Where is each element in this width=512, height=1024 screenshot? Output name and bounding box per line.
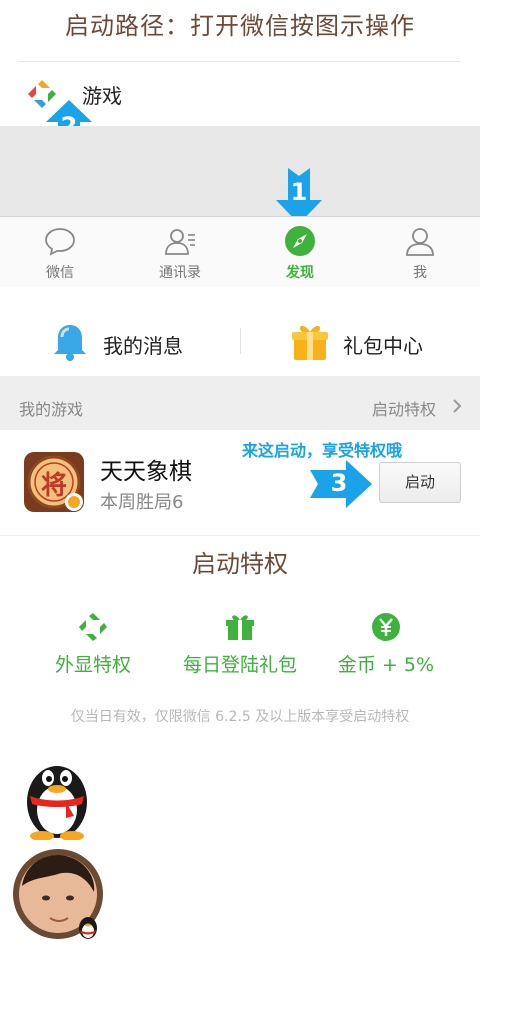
- gift-center-button[interactable]: 礼包中心: [343, 330, 423, 359]
- chat-bubble-icon: [45, 228, 75, 256]
- tab-me[interactable]: 我: [360, 217, 480, 287]
- action-divider: [240, 328, 241, 354]
- gift-icon: [226, 615, 254, 640]
- launch-hint: 来这启动，享受特权哦: [242, 441, 403, 460]
- game-subtitle: 本周胜局6: [100, 492, 184, 513]
- chess-piece-char: 将: [40, 471, 67, 501]
- step-3-number: 3: [330, 469, 348, 497]
- contacts-icon: [165, 229, 195, 255]
- diamond-badge-icon: [79, 613, 107, 641]
- content-placeholder: [0, 126, 480, 216]
- chess-game-icon[interactable]: 将: [24, 452, 84, 512]
- game-name: 天天象棋: [100, 459, 192, 485]
- tab-wechat[interactable]: 微信: [0, 217, 120, 287]
- title-divider: [18, 61, 460, 62]
- privilege-note: 仅当日有效，仅限微信 6.2.5 及以上版本享受启动特权: [70, 709, 410, 725]
- launch-button[interactable]: 启动: [379, 462, 461, 503]
- tab-contacts[interactable]: 通讯录: [120, 217, 240, 287]
- privilege-label: 每日登陆礼包: [182, 654, 297, 676]
- compass-icon: [285, 226, 315, 256]
- person-icon: [406, 228, 434, 256]
- bell-icon[interactable]: [50, 320, 90, 366]
- tab-discover[interactable]: 发现: [240, 217, 360, 287]
- avatar: [10, 848, 110, 952]
- tab-bar: 微信 通讯录 发现 我: [0, 216, 480, 287]
- yen-coin-icon: [372, 613, 400, 641]
- step-1-number: 1: [290, 178, 308, 206]
- privilege-title: 启动特权: [192, 550, 288, 578]
- tab-label: 微信: [46, 265, 74, 281]
- page-title: 启动路径：打开微信按图示操作: [65, 12, 415, 40]
- privilege-coins: 金币 + 5%: [306, 612, 466, 677]
- chevron-right-icon[interactable]: [452, 398, 462, 418]
- privilege-label: 外显特权: [54, 654, 131, 676]
- my-messages-button[interactable]: 我的消息: [103, 330, 183, 359]
- privilege-label: 金币 + 5%: [337, 654, 435, 676]
- tab-label: 发现: [286, 265, 314, 281]
- privilege-daily-gift: 每日登陆礼包: [160, 612, 320, 677]
- my-games-label: 我的游戏: [19, 400, 84, 419]
- gift-box-icon[interactable]: [290, 320, 330, 366]
- section-divider: [0, 535, 480, 536]
- tab-label: 我: [413, 265, 427, 281]
- tab-label: 通讯录: [159, 265, 201, 281]
- qq-penguin-icon: [20, 752, 94, 844]
- launch-privilege-link[interactable]: 启动特权: [372, 396, 436, 420]
- privilege-display: 外显特权: [13, 612, 173, 677]
